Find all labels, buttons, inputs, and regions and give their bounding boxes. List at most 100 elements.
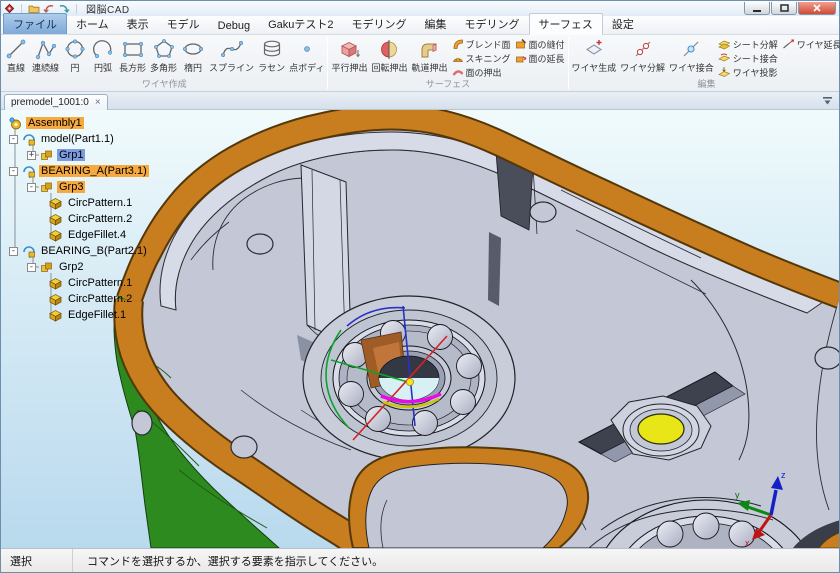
tree-label[interactable]: BEARING_A(Part3.1) xyxy=(39,165,149,177)
tree-label[interactable]: EdgeFillet.4 xyxy=(66,229,128,241)
blend-face-icon xyxy=(452,38,464,50)
tab-modeling[interactable]: モデリング xyxy=(343,14,416,34)
button-ellipse[interactable]: 楕円 xyxy=(179,36,207,75)
tab-gakutest2[interactable]: Gakuテスト2 xyxy=(259,14,342,34)
tree-item-bearing-b[interactable]: - BEARING_B(Part2.1) xyxy=(9,243,193,259)
tree-expander[interactable]: - xyxy=(27,183,36,192)
button-label: ワイヤ分解 xyxy=(620,61,665,74)
button-point-body[interactable]: 点ボディ xyxy=(287,36,326,75)
button-skinning[interactable]: スキニング xyxy=(450,51,513,65)
tree-expander[interactable]: + xyxy=(27,151,36,160)
close-button[interactable] xyxy=(798,2,836,15)
button-label: 楕円 xyxy=(184,61,202,74)
tree-item-circpattern2-b[interactable]: CircPattern.2 xyxy=(49,291,193,307)
polyline-icon xyxy=(34,37,58,61)
button-spline[interactable]: スプライン xyxy=(207,36,256,75)
button-label: 面の押出 xyxy=(466,66,502,79)
button-label: 軌道押出 xyxy=(411,61,447,74)
status-bar: 選択 コマンドを選択するか、選択する要素を指示してください。 xyxy=(1,548,839,572)
tree-label[interactable]: model(Part1.1) xyxy=(39,133,116,145)
button-blend-face[interactable]: ブレンド面 xyxy=(450,37,513,51)
close-tab-icon[interactable]: × xyxy=(95,98,101,108)
tree-expander[interactable]: - xyxy=(9,167,18,176)
button-label: スキニング xyxy=(466,52,511,65)
tab-modeling2[interactable]: モデリング xyxy=(456,14,529,34)
tab-model[interactable]: モデル xyxy=(158,14,209,34)
circle-icon xyxy=(63,37,87,61)
ribbon-group-surface: 平行押出 回転押出 軌道押出 ブレンド面 xyxy=(328,35,567,91)
tree-item-circpattern1-b[interactable]: CircPattern.1 xyxy=(49,275,193,291)
tree-expander[interactable]: - xyxy=(9,247,18,256)
tab-settings[interactable]: 設定 xyxy=(603,14,643,34)
tab-view[interactable]: 表示 xyxy=(118,14,158,34)
button-face-extend[interactable]: 面の延長 xyxy=(513,51,567,65)
button-sheet-explode[interactable]: シート分解 xyxy=(716,37,780,51)
tree-label[interactable]: CircPattern.1 xyxy=(66,197,134,209)
tree-label[interactable]: BEARING_B(Part2.1) xyxy=(39,245,149,257)
tab-file[interactable]: ファイル xyxy=(3,13,67,34)
button-polyline[interactable]: 連続線 xyxy=(30,36,61,75)
group-icon xyxy=(40,261,53,274)
tree-label[interactable]: CircPattern.1 xyxy=(66,277,134,289)
tree-item-bearing-a[interactable]: - BEARING_A(Part3.1) xyxy=(9,163,193,179)
button-sweep-extrude[interactable]: 軌道押出 xyxy=(409,36,449,75)
tab-debug[interactable]: Debug xyxy=(209,18,259,34)
tab-home[interactable]: ホーム xyxy=(67,14,118,34)
tree-item-edgefillet1[interactable]: EdgeFillet.1 xyxy=(49,307,193,323)
tree-expander[interactable]: - xyxy=(27,263,36,272)
group-icon xyxy=(40,149,53,162)
button-label: スプライン xyxy=(209,61,254,74)
tree-item-grp3[interactable]: - Grp3 xyxy=(27,179,193,195)
button-wire-explode[interactable]: ワイヤ分解 xyxy=(618,36,667,75)
ribbon-group-edit: ワイヤ生成 ワイヤ分解 ワイヤ接合 シート分解 xyxy=(569,35,840,91)
tree-expander[interactable]: - xyxy=(9,135,18,144)
button-face-extrude[interactable]: 面の押出 xyxy=(450,65,513,79)
button-wire-generate[interactable]: ワイヤ生成 xyxy=(570,36,619,75)
button-circle[interactable]: 円 xyxy=(61,36,89,75)
button-line[interactable]: 直線 xyxy=(2,36,30,75)
button-arc[interactable]: 円弧 xyxy=(89,36,117,75)
button-wire-project[interactable]: ワイヤ投影 xyxy=(716,65,780,79)
button-wire-extend[interactable]: ワイヤ延長 xyxy=(780,37,840,51)
ribbon-tab-bar: ファイル ホーム 表示 モデル Debug Gakuテスト2 モデリング 編集 … xyxy=(1,16,839,35)
tab-edit[interactable]: 編集 xyxy=(416,14,456,34)
document-tab[interactable]: premodel_1001:0 × xyxy=(4,94,108,110)
collapse-ribbon-icon xyxy=(822,96,833,106)
tree-label[interactable]: Grp1 xyxy=(57,149,85,161)
tree-item-assembly1[interactable]: Assembly1 xyxy=(9,115,193,131)
button-revolve-extrude[interactable]: 回転押出 xyxy=(369,36,409,75)
maximize-button[interactable] xyxy=(771,2,797,15)
button-rectangle[interactable]: 長方形 xyxy=(117,36,148,75)
button-polygon[interactable]: 多角形 xyxy=(148,36,179,75)
minimize-button[interactable] xyxy=(744,2,770,15)
sheet-explode-icon xyxy=(718,38,731,50)
collapse-ribbon-button[interactable] xyxy=(821,95,834,107)
button-label: 面の縫付 xyxy=(529,38,565,51)
tab-surface[interactable]: サーフェス xyxy=(529,13,603,35)
feature-icon xyxy=(49,277,62,290)
button-parallel-extrude[interactable]: 平行押出 xyxy=(329,36,369,75)
button-helix[interactable]: ラセン xyxy=(256,36,287,75)
tree-label[interactable]: Grp2 xyxy=(57,261,85,273)
tree-item-model-part1[interactable]: - model(Part1.1) xyxy=(9,131,193,147)
tree-label[interactable]: EdgeFillet.1 xyxy=(66,309,128,321)
tree-label[interactable]: Assembly1 xyxy=(26,117,84,129)
status-message: コマンドを選択するか、選択する要素を指示してください。 xyxy=(73,553,383,569)
tree-item-grp1[interactable]: + Grp1 xyxy=(27,147,193,163)
triad-x-label: x xyxy=(745,538,750,548)
tree-item-circpattern2-a[interactable]: CircPattern.2 xyxy=(49,211,193,227)
tree-label[interactable]: CircPattern.2 xyxy=(66,213,134,225)
tree-item-grp2[interactable]: - Grp2 xyxy=(27,259,193,275)
tree-item-edgefillet4[interactable]: EdgeFillet.4 xyxy=(49,227,193,243)
button-label: ブレンド面 xyxy=(466,38,511,51)
button-wire-join[interactable]: ワイヤ接合 xyxy=(667,36,716,75)
button-sheet-join[interactable]: シート接合 xyxy=(716,51,780,65)
tree-label[interactable]: CircPattern.2 xyxy=(66,293,134,305)
button-label: 円弧 xyxy=(94,61,112,74)
surface-small-column-2: 面の縫付 面の延長 xyxy=(513,36,567,65)
button-face-stitch[interactable]: 面の縫付 xyxy=(513,37,567,51)
tree-item-circpattern1-a[interactable]: CircPattern.1 xyxy=(49,195,193,211)
button-label: 点ボディ xyxy=(289,61,324,74)
tree-label[interactable]: Grp3 xyxy=(57,181,85,193)
3d-viewport[interactable]: y z x Assembly1 - mode xyxy=(1,110,839,548)
